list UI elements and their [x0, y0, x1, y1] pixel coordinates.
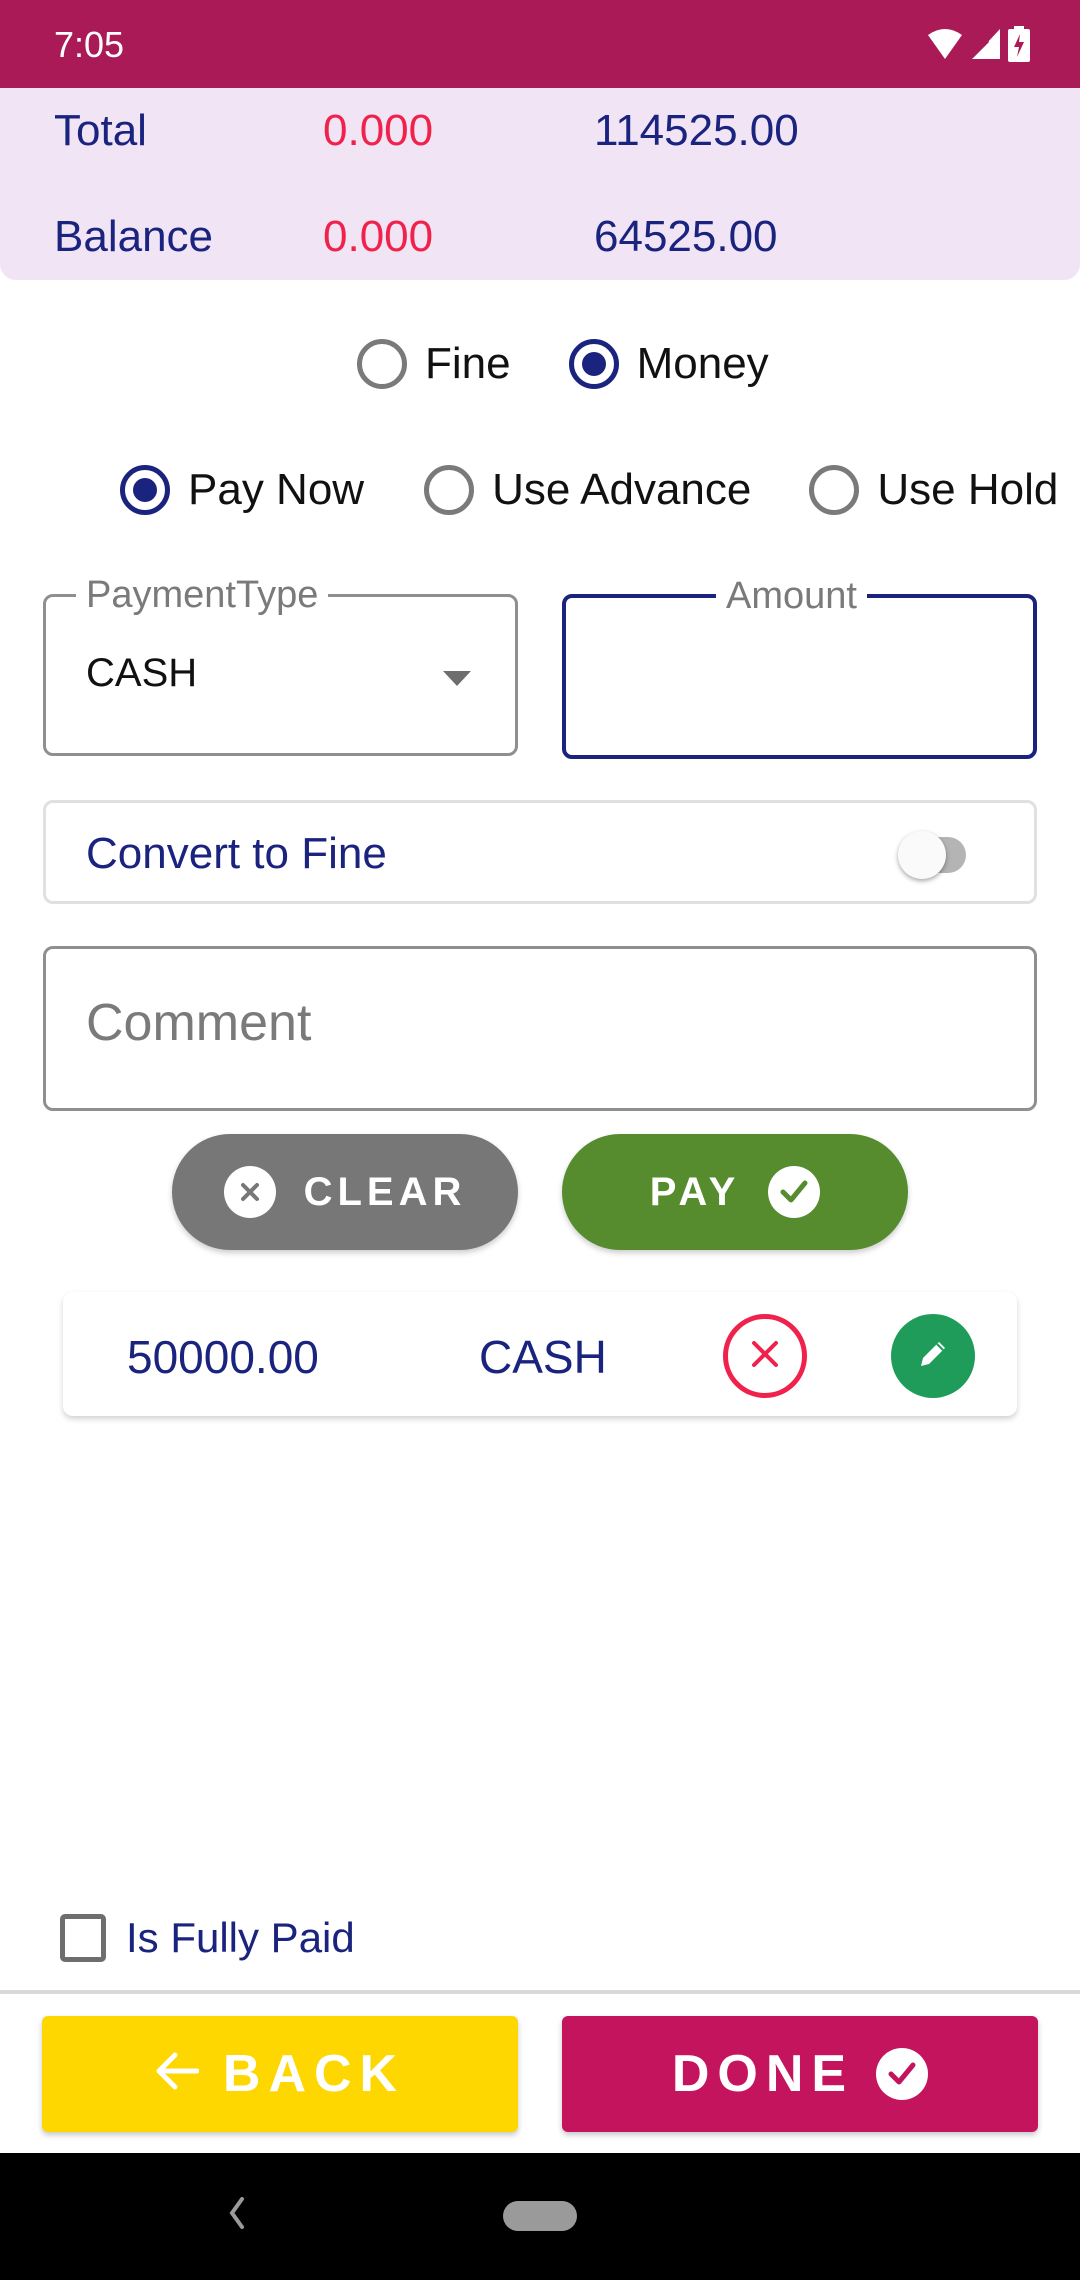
- nav-home-button[interactable]: [503, 2201, 577, 2231]
- summary-amount-value: 64525.00: [594, 212, 778, 261]
- check-circle-icon: [768, 1166, 821, 1218]
- dropdown-arrow-icon[interactable]: [443, 671, 471, 686]
- back-button[interactable]: BACK: [42, 2016, 518, 2132]
- convert-to-fine-label: Convert to Fine: [86, 829, 387, 878]
- done-button[interactable]: DONE: [562, 2016, 1038, 2132]
- summary-fine-value: 0.000: [323, 106, 434, 155]
- nav-back-icon[interactable]: [226, 2195, 246, 2236]
- comment-input[interactable]: [46, 949, 1034, 1108]
- radio-fine[interactable]: Fine: [357, 339, 511, 389]
- radio-use-advance[interactable]: Use Advance: [424, 465, 751, 515]
- payment-type-value: CASH: [86, 651, 198, 695]
- source-radio-group: Pay Now Use Advance Use Hold: [120, 465, 1058, 515]
- pay-button[interactable]: PAY: [562, 1134, 908, 1250]
- status-icons: [926, 26, 1030, 67]
- amount-label: Amount: [716, 574, 867, 618]
- payment-amount: 50000.00: [127, 1331, 319, 1383]
- radio-label: Use Advance: [492, 465, 752, 514]
- signal-icon: [970, 27, 1002, 66]
- fully-paid-label: Is Fully Paid: [126, 1914, 355, 1961]
- radio-circle[interactable]: [120, 465, 170, 515]
- done-button-label: DONE: [671, 2045, 855, 2103]
- convert-to-fine-row: Convert to Fine: [43, 800, 1037, 904]
- pay-button-label: PAY: [649, 1169, 741, 1214]
- mode-radio-group: Fine Money: [357, 339, 769, 389]
- radio-circle[interactable]: [809, 465, 860, 515]
- footer-divider: [0, 1990, 1080, 1994]
- fully-paid-checkbox[interactable]: [60, 1914, 106, 1962]
- payment-list-item: 50000.00 CASH: [63, 1292, 1017, 1416]
- delete-payment-button[interactable]: [723, 1314, 807, 1398]
- summary-amount-value: 114525.00: [594, 106, 799, 155]
- payment-type-dropdown[interactable]: PaymentType CASH: [43, 573, 518, 756]
- edit-payment-button[interactable]: [891, 1314, 975, 1398]
- radio-label: Use Hold: [877, 465, 1059, 514]
- switch-thumb[interactable]: [898, 831, 946, 879]
- radio-pay-now[interactable]: Pay Now: [120, 465, 364, 515]
- amount-field[interactable]: Amount: [562, 574, 1037, 759]
- close-circle-icon: [223, 1166, 276, 1218]
- comment-field[interactable]: [43, 946, 1037, 1111]
- radio-label: Pay Now: [188, 465, 365, 514]
- clear-button-label: CLEAR: [303, 1169, 467, 1214]
- status-time: 7:05: [54, 24, 125, 65]
- system-nav-bar: [0, 2153, 1080, 2280]
- summary-panel: Total 0.000 114525.00 Balance 0.000 6452…: [0, 88, 1080, 280]
- amount-input[interactable]: [566, 598, 1033, 755]
- summary-fine-value: 0.000: [323, 212, 434, 261]
- summary-label: Balance: [54, 212, 214, 261]
- radio-circle[interactable]: [357, 339, 407, 389]
- summary-label: Total: [54, 106, 147, 155]
- wifi-icon: [926, 27, 964, 66]
- summary-row-balance: Balance 0.000 64525.00: [0, 212, 1080, 272]
- payment-type: CASH: [479, 1331, 607, 1383]
- pencil-icon: [915, 1336, 951, 1377]
- check-circle-icon: [876, 2048, 929, 2100]
- radio-money[interactable]: Money: [568, 339, 769, 389]
- radio-label: Fine: [425, 339, 511, 388]
- clear-button[interactable]: CLEAR: [172, 1134, 518, 1250]
- radio-label: Money: [636, 339, 769, 388]
- battery-charging-icon: [1008, 26, 1030, 67]
- summary-row-total: Total 0.000 114525.00: [0, 106, 1080, 166]
- status-bar: 7:05: [0, 0, 1080, 88]
- payment-type-label: PaymentType: [76, 573, 329, 617]
- close-icon: [748, 1337, 782, 1376]
- fully-paid-checkbox-row[interactable]: Is Fully Paid: [60, 1914, 355, 1962]
- radio-use-hold[interactable]: Use Hold: [809, 465, 1058, 515]
- convert-to-fine-switch[interactable]: [898, 831, 966, 879]
- arrow-left-icon: [155, 2044, 200, 2104]
- radio-circle[interactable]: [568, 339, 619, 389]
- back-button-label: BACK: [222, 2045, 406, 2103]
- radio-circle[interactable]: [424, 465, 475, 515]
